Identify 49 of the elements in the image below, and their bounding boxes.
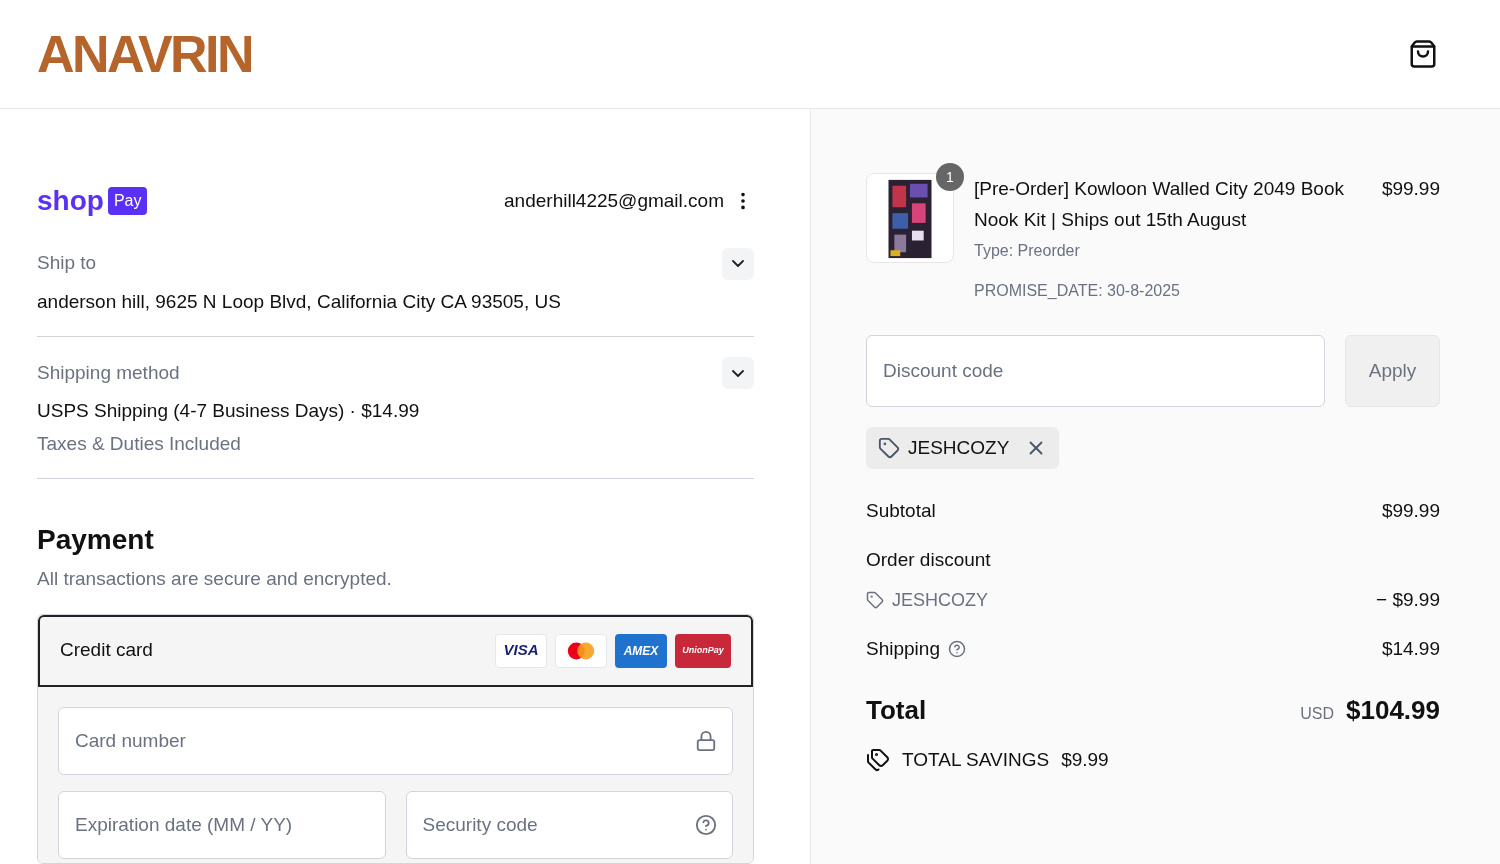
unionpay-card-logo: UnionPay: [675, 633, 731, 668]
quantity-badge: 1: [936, 163, 964, 191]
visa-card-logo: VISA: [495, 633, 547, 668]
section-value: anderson hill, 9625 N Loop Blvd, California City CA 93505, US: [37, 289, 562, 314]
product-detail: Type: Preorder: [974, 241, 1081, 261]
lock-icon: [695, 729, 717, 752]
section-label: Shipping method: [37, 360, 180, 385]
payment-heading: Payment: [37, 523, 155, 557]
payment-subtitle: All transactions are secure and encrypted.: [37, 567, 393, 591]
summary-label: Subtotal: [866, 499, 936, 523]
savings-label: TOTAL SAVINGS: [902, 748, 1050, 772]
expand-toggle[interactable]: [722, 247, 754, 280]
shopping-bag-icon[interactable]: [1408, 39, 1438, 69]
total-label: Total: [866, 694, 927, 727]
expand-toggle[interactable]: [722, 357, 754, 389]
currency-code: USD: [1300, 704, 1334, 724]
help-icon[interactable]: [947, 639, 966, 658]
mastercard-logo: [555, 633, 607, 668]
discount-field[interactable]: Discount code: [866, 335, 1325, 407]
input-field[interactable]: Expiration date (MM / YY): [58, 790, 386, 859]
summary-value: $14.99: [1381, 636, 1440, 661]
shop-pay-logo: shop Pay: [37, 187, 148, 216]
total-value: $104.99: [1346, 694, 1440, 727]
input-field[interactable]: Security code: [405, 790, 733, 859]
amex-card-logo: AMEX: [615, 633, 667, 668]
store-logo[interactable]: ANAVRIN: [37, 28, 252, 80]
section-value: Taxes & Duties Included: [37, 431, 242, 456]
section-label: Ship to: [37, 251, 97, 276]
product-detail: PROMISE_DATE: 30-8-2025: [974, 281, 1181, 301]
savings-value: $9.99: [1061, 748, 1109, 772]
tag-icon: [866, 591, 884, 610]
section-value: USPS Shipping (4-7 Business Days) · $14.99: [37, 399, 421, 423]
discount-code: JESHCOZY: [892, 588, 988, 612]
tags-icon: [866, 748, 890, 773]
chevron-icon: [732, 369, 744, 377]
product-price: $99.99: [1381, 177, 1440, 201]
summary-label: Order discount: [866, 547, 992, 572]
credit-card-option[interactable]: Credit card VISA AMEX UnionPay: [38, 614, 753, 687]
help-icon[interactable]: [695, 813, 717, 836]
chevron-icon: [732, 260, 744, 267]
summary-label: Shipping: [866, 636, 940, 661]
summary-value: $99.99: [1381, 499, 1440, 523]
input-field[interactable]: Card number: [58, 706, 733, 775]
account-email: anderhill4225@gmail.com: [504, 189, 724, 213]
apply-button[interactable]: Apply: [1345, 335, 1440, 407]
summary-value: − $9.99: [1376, 588, 1440, 612]
product-title: [Pre-Order] Kowloon Walled City 2049 Book Nook Kit | Ships out 15th August: [974, 177, 1344, 232]
tag-icon: [878, 437, 900, 459]
discount-tag: JESHCOZY: [866, 427, 1060, 469]
